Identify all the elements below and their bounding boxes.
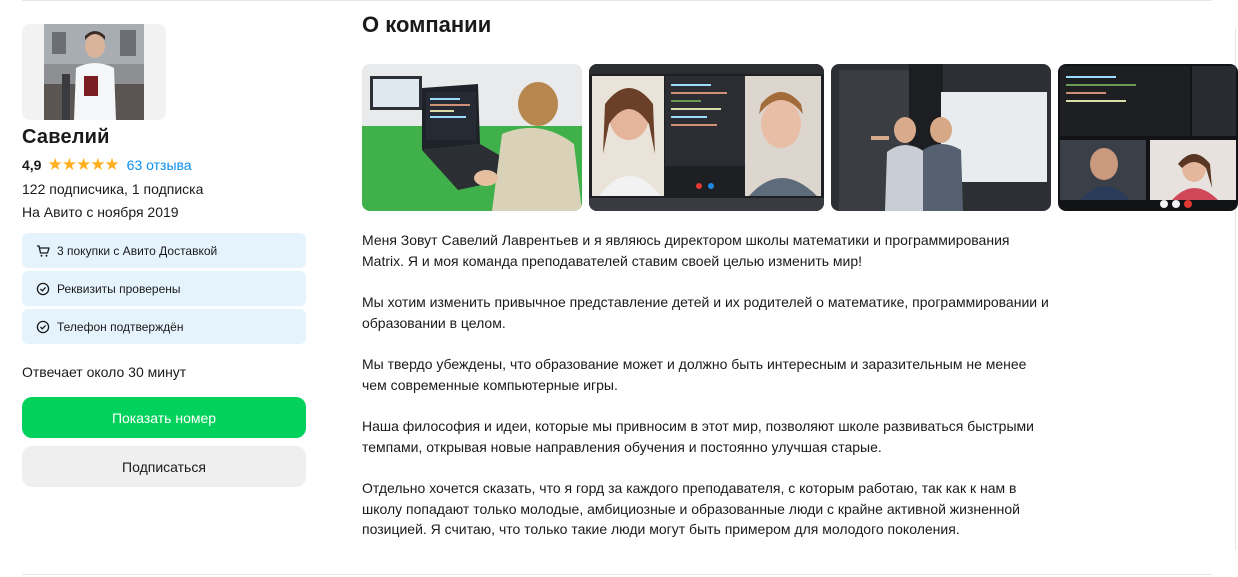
gallery-photo[interactable]: [831, 64, 1051, 211]
check-circle-icon: [36, 282, 50, 296]
description-paragraph: Меня Зовут Савелий Лаврентьев и я являюс…: [362, 232, 1010, 269]
member-since: На Авито с ноября 2019: [22, 204, 179, 220]
badge-label: Реквизиты проверены: [57, 281, 181, 296]
subscribe-button[interactable]: Подписаться: [22, 446, 306, 487]
badge-phone: Телефон подтверждён: [22, 309, 306, 344]
bottom-divider: [22, 574, 1212, 575]
reviews-link[interactable]: 63 отзыва: [127, 157, 192, 173]
gallery-photo[interactable]: [589, 64, 824, 211]
rating-score: 4,9: [22, 157, 42, 173]
gallery-photo[interactable]: [1058, 64, 1238, 211]
badge-label: 3 покупки с Авито Доставкой: [57, 243, 218, 258]
section-title: О компании: [362, 12, 492, 37]
rating-stars-icon: ★★★★★: [47, 155, 119, 174]
badge-label: Телефон подтверждён: [57, 319, 184, 334]
top-divider: [22, 0, 1212, 1]
gallery-photo[interactable]: [362, 64, 582, 211]
photo-gallery: [362, 64, 1238, 211]
seller-sidebar: Савелий 4,9 ★★★★★ 63 отзыва 122 подписчи…: [22, 24, 306, 487]
check-circle-icon: [36, 320, 50, 334]
rating-row: 4,9 ★★★★★ 63 отзыва: [22, 155, 306, 175]
verification-badges: 3 покупки с Авито Доставкой Реквизиты пр…: [22, 233, 306, 344]
description-paragraph: Мы твердо убеждены, что образование може…: [362, 356, 1027, 393]
description-paragraph: Мы хотим изменить привычное представлени…: [362, 294, 1049, 331]
avatar-photo: [44, 24, 144, 120]
description-paragraph: Наша философия и идеи, которые мы привно…: [362, 418, 1034, 455]
subscriptions-info: 122 подписчика, 1 подписка: [22, 181, 204, 197]
seller-name: Савелий: [22, 126, 110, 148]
company-description: Меня Зовут Савелий Лаврентьев и я являюс…: [362, 230, 1052, 540]
reply-time: Отвечает около 30 минут: [22, 364, 187, 380]
badge-requisites: Реквизиты проверены: [22, 271, 306, 306]
cart-icon: [36, 244, 50, 258]
badge-delivery: 3 покупки с Авито Доставкой: [22, 233, 306, 268]
show-phone-button[interactable]: Показать номер: [22, 397, 306, 438]
description-paragraph: Отдельно хочется сказать, что я горд за …: [362, 480, 1020, 537]
company-section: О компании Меня Зовут Савелий Лаврентьев…: [362, 12, 1238, 561]
avatar[interactable]: [22, 24, 166, 120]
